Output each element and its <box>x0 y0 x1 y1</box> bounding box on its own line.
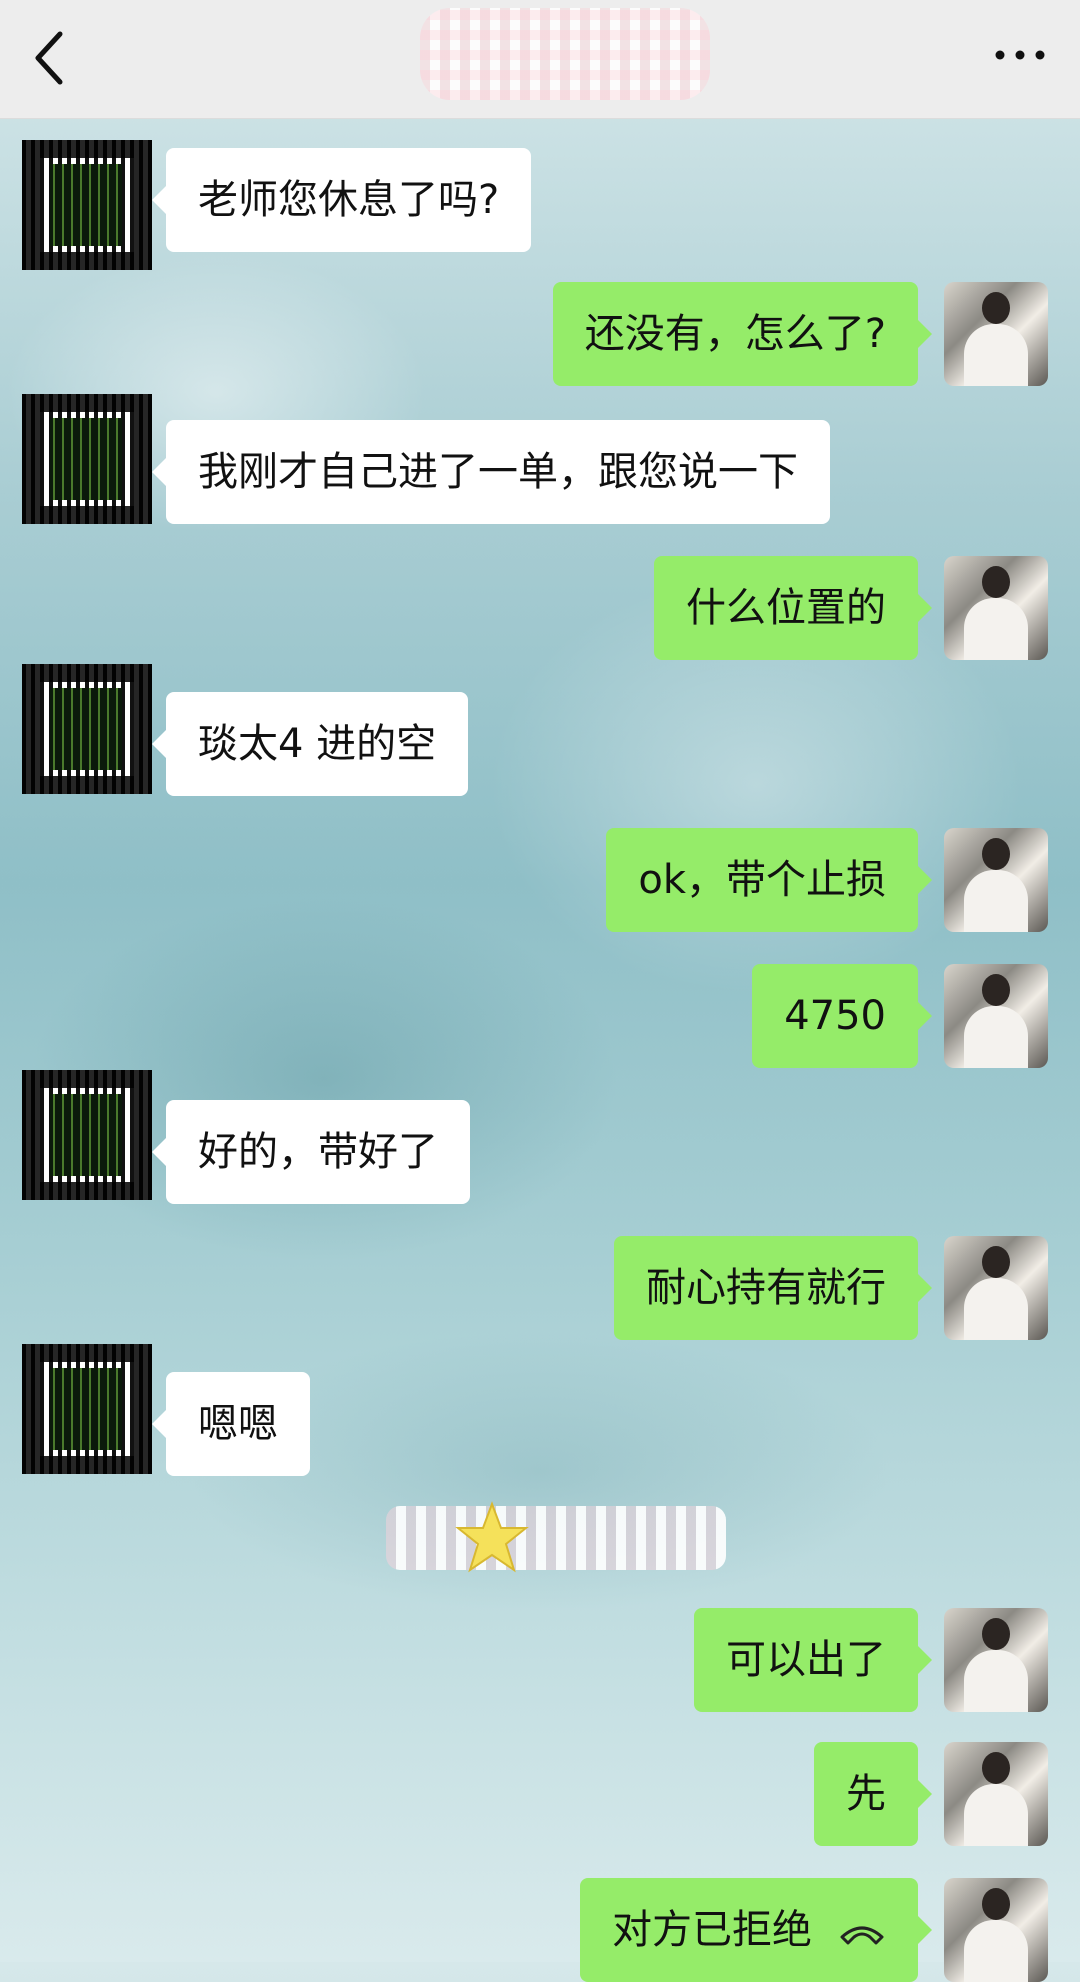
message-bubble-received[interactable]: 我刚才自己进了一单，跟您说一下 <box>152 420 830 524</box>
message-bubble-sent[interactable]: ok，带个止损 <box>606 828 932 932</box>
contact-avatar[interactable] <box>22 394 152 524</box>
contact-avatar[interactable] <box>22 664 152 794</box>
top-bar <box>0 0 1080 119</box>
message-bubble-received[interactable]: 老师您休息了吗? <box>151 148 532 252</box>
star-icon <box>455 1501 529 1573</box>
call-declined-bubble[interactable]: 对方已拒绝 <box>580 1878 932 1982</box>
my-avatar[interactable] <box>944 282 1048 386</box>
my-avatar[interactable] <box>944 1742 1048 1846</box>
sticker-divider <box>386 1506 726 1570</box>
message-bubble-received[interactable]: 好的，带好了 <box>152 1100 470 1204</box>
message-bubble-sent[interactable]: 先 <box>814 1742 932 1846</box>
message-bubble-sent[interactable]: 什么位置的 <box>654 556 932 660</box>
my-avatar[interactable] <box>944 1608 1048 1712</box>
phone-hangup-icon <box>840 1926 884 1945</box>
contact-avatar[interactable] <box>22 1344 152 1474</box>
my-avatar[interactable] <box>944 828 1048 932</box>
my-avatar[interactable] <box>944 1878 1048 1982</box>
message-bubble-sent[interactable]: 4750 <box>752 964 932 1068</box>
chevron-left-icon[interactable] <box>30 28 70 88</box>
my-avatar[interactable] <box>944 1236 1048 1340</box>
contact-avatar[interactable] <box>22 140 152 270</box>
message-bubble-received[interactable]: 嗯嗯 <box>152 1372 310 1476</box>
header-sticker <box>420 8 710 100</box>
message-bubble-sent[interactable]: 耐心持有就行 <box>614 1236 932 1340</box>
contact-avatar[interactable] <box>22 1070 152 1200</box>
message-bubble-sent[interactable]: 可以出了 <box>694 1608 932 1712</box>
message-bubble-sent[interactable]: 还没有，怎么了? <box>552 282 933 386</box>
message-bubble-received[interactable]: 琰太4 进的空 <box>151 692 469 796</box>
my-avatar[interactable] <box>944 556 1048 660</box>
my-avatar[interactable] <box>944 964 1048 1068</box>
call-status-text: 对方已拒绝 <box>612 1907 812 1953</box>
ellipsis-icon[interactable] <box>990 30 1050 80</box>
